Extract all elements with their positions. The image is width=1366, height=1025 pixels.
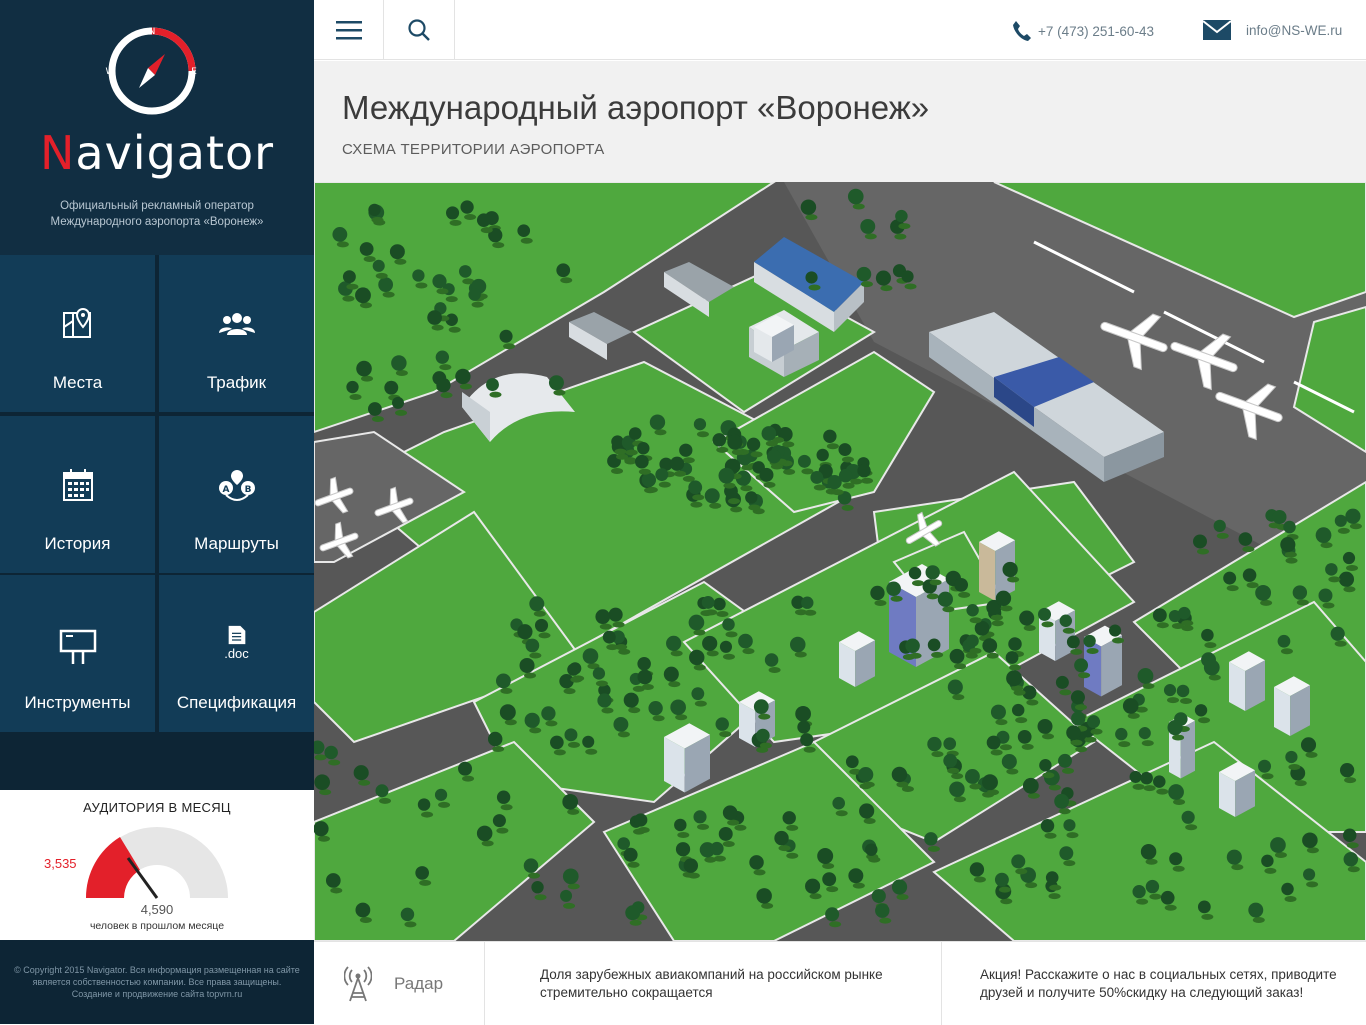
audience-current-value: 3,535 — [44, 856, 77, 871]
doc-icon — [228, 625, 245, 645]
copyright: © Copyright 2015 Navigator. Вся информац… — [14, 965, 300, 999]
brand-logo-text[interactable]: Navigator — [0, 126, 314, 180]
svg-text:N: N — [149, 27, 156, 37]
radar-antenna-icon — [344, 965, 372, 1001]
search-button[interactable] — [384, 0, 455, 60]
audience-caption: человек в прошлом месяце — [89, 920, 225, 932]
page-title: Международный аэропорт «Воронеж» — [342, 89, 930, 126]
top-bar: +7 (473) 251-60-43 info@NS-WE.ru — [314, 0, 1366, 60]
phone-link[interactable]: +7 (473) 251-60-43 — [1012, 20, 1154, 42]
hamburger-menu-button[interactable] — [314, 0, 384, 60]
page-subtitle: СХЕМА ТЕРРИТОРИИ АЭРОПОРТА — [342, 141, 605, 158]
svg-text:B: B — [244, 485, 251, 495]
airport-map[interactable] — [314, 182, 1366, 941]
svg-text:A: A — [222, 485, 229, 495]
radar-label: Радар — [394, 973, 444, 993]
radar-button[interactable]: Радар — [314, 942, 485, 1025]
menu-item-traffic[interactable]: Трафик — [159, 255, 314, 412]
compass-logo-icon[interactable]: N S E W — [105, 24, 199, 118]
brand-initial: N — [39, 126, 76, 180]
building — [889, 564, 949, 667]
audience-gauge — [85, 827, 228, 899]
people-icon — [218, 313, 255, 335]
calendar-icon — [62, 469, 93, 501]
promo-news-item[interactable]: Акция! Расскажите о нас в социальных сет… — [941, 942, 1366, 1025]
email-link[interactable]: info@NS-WE.ru — [1202, 19, 1342, 41]
svg-text:E: E — [191, 67, 197, 77]
audience-previous-value: 4,590 — [140, 902, 174, 917]
building — [1229, 651, 1265, 711]
building — [1274, 676, 1310, 736]
audience-widget: АУДИТОРИЯ В МЕСЯЦ 3,535 4,590 человек в … — [0, 790, 314, 940]
airport-map-illustration — [314, 182, 1366, 941]
audience-title: АУДИТОРИЯ В МЕСЯЦ — [83, 800, 231, 815]
menu-item-label: Маршруты — [194, 534, 279, 553]
news-item[interactable]: Доля зарубежных авиакомпаний на российск… — [540, 966, 920, 1002]
menu-item-tools[interactable]: Инструменты — [0, 575, 155, 732]
email-address: info@NS-WE.ru — [1246, 22, 1343, 38]
phone-icon — [1013, 21, 1031, 41]
svg-text:W: W — [106, 67, 115, 77]
hamburger-icon — [335, 21, 362, 40]
menu-item-label: Спецификация — [176, 693, 297, 712]
sidebar: N S E W Navigator Официальный рекламный … — [0, 0, 314, 1024]
menu-item-specification[interactable]: .doc Спецификация — [159, 575, 314, 732]
menu-item-label: Инструменты — [24, 693, 131, 712]
brand-tagline: Официальный рекламный оператор Междунаро… — [50, 200, 264, 228]
menu-item-history[interactable]: История — [0, 416, 155, 573]
menu-item-places[interactable]: Места — [0, 255, 155, 412]
menu-item-label: История — [44, 534, 111, 553]
logo-area: N S E W Navigator Официальный рекламный … — [0, 0, 314, 255]
building — [664, 723, 710, 793]
menu-item-label: Трафик — [206, 373, 267, 392]
bottom-bar: Радар Доля зарубежных авиакомпаний на ро… — [314, 941, 1366, 1025]
route-icon: AB — [218, 470, 255, 501]
brand-rest: avigator — [75, 126, 275, 180]
phone-number: +7 (473) 251-60-43 — [1038, 23, 1154, 39]
page-header: Международный аэропорт «Воронеж» СХЕМА Т… — [314, 61, 1366, 182]
svg-text:S: S — [149, 107, 155, 117]
mail-icon — [1202, 20, 1232, 40]
search-icon — [408, 19, 430, 41]
map-pin-icon — [62, 307, 91, 338]
billboard-icon — [59, 629, 96, 664]
menu-item-label: Места — [52, 373, 103, 392]
menu-item-routes[interactable]: AB Маршруты — [159, 416, 314, 573]
doc-icon-text: .doc — [224, 646, 249, 661]
building — [839, 631, 875, 687]
building — [1219, 761, 1255, 817]
